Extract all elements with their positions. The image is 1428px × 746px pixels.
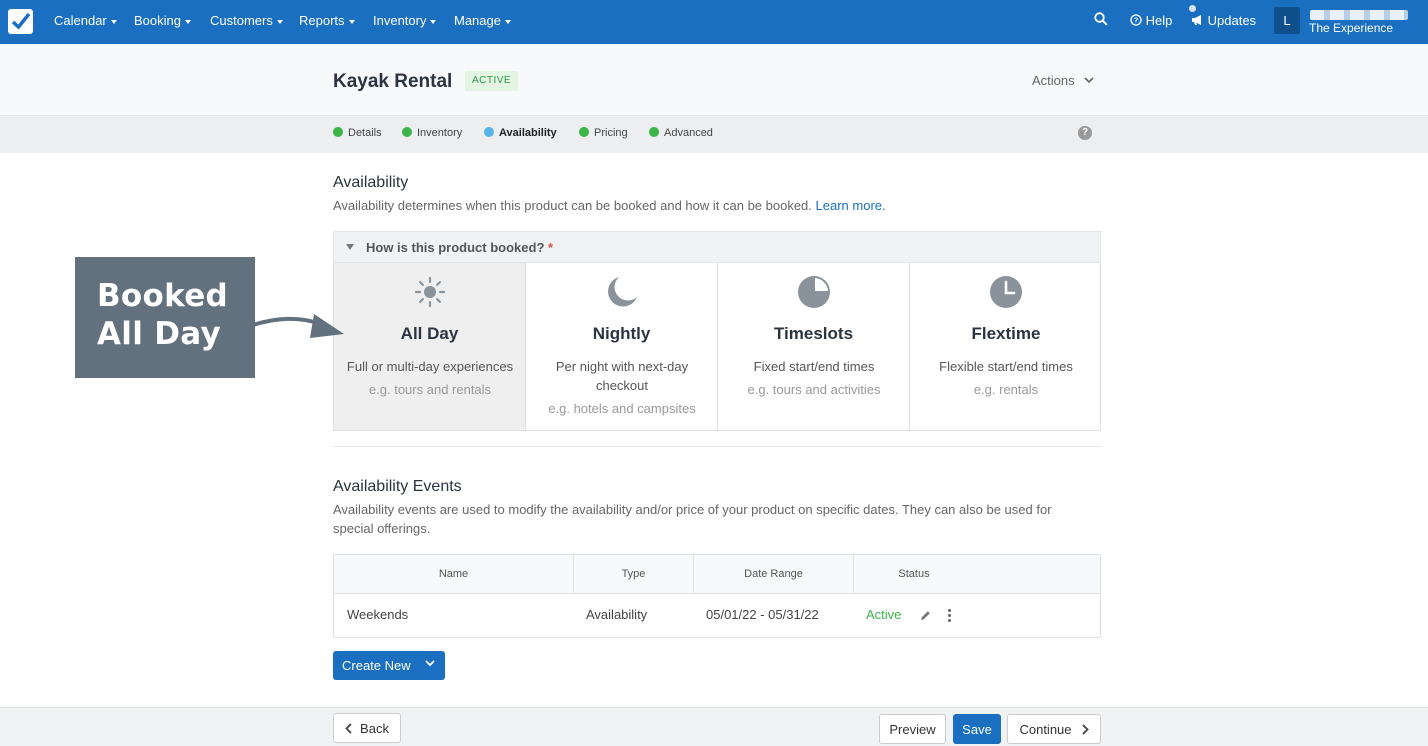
events-table: Name Type Date Range Status Weekends Ava… bbox=[333, 554, 1101, 638]
option-flextime[interactable]: Flextime Flexible start/end times e.g. r… bbox=[910, 263, 1102, 430]
caret-down-icon bbox=[504, 19, 511, 24]
company-name[interactable]: The Experience bbox=[1309, 21, 1393, 35]
option-title: Flextime bbox=[971, 324, 1041, 343]
question-label: How is this product booked? * bbox=[366, 240, 554, 255]
learn-more-link[interactable]: Learn more. bbox=[816, 198, 886, 213]
step-complete-dot bbox=[333, 127, 343, 137]
option-example: e.g. tours and rentals bbox=[368, 382, 492, 397]
chevron-down-icon bbox=[1084, 77, 1094, 84]
events-description: Availability events are used to modify t… bbox=[333, 502, 1052, 536]
option-title: Timeslots bbox=[773, 324, 854, 343]
option-example: e.g. tours and activities bbox=[747, 382, 881, 397]
option-nightly[interactable]: Nightly Per night with next-day checkout… bbox=[526, 263, 718, 430]
option-title: Nightly bbox=[592, 324, 651, 343]
nav-calendar[interactable]: Calendar bbox=[54, 13, 117, 28]
caret-down-icon bbox=[110, 19, 117, 24]
caret-down-icon bbox=[276, 19, 283, 24]
product-header bbox=[0, 44, 1428, 115]
callout-text: Booked All Day bbox=[97, 277, 228, 353]
back-button[interactable]: Back bbox=[333, 713, 401, 743]
column-header-date-range[interactable]: Date Range bbox=[694, 555, 854, 594]
option-example: e.g. rentals bbox=[973, 382, 1039, 397]
nav-manage[interactable]: Manage bbox=[454, 13, 511, 28]
nav-booking[interactable]: Booking bbox=[134, 13, 191, 28]
preview-button[interactable]: Preview bbox=[879, 714, 946, 744]
user-name-redacted bbox=[1310, 10, 1408, 20]
step-complete-dot bbox=[402, 127, 412, 137]
step-complete-dot bbox=[649, 127, 659, 137]
column-header-status[interactable]: Status bbox=[854, 555, 974, 594]
updates-link[interactable]: Updates bbox=[1191, 13, 1256, 28]
notification-dot bbox=[1189, 5, 1196, 12]
step-inventory[interactable]: Inventory bbox=[402, 127, 462, 139]
pencil-icon[interactable] bbox=[920, 610, 931, 621]
checkfront-logo-icon[interactable] bbox=[8, 9, 33, 34]
page-title: Kayak Rental bbox=[333, 71, 453, 92]
create-new-button[interactable]: Create New bbox=[333, 651, 445, 680]
caret-down-icon bbox=[346, 244, 354, 250]
chevron-down-icon bbox=[425, 660, 435, 667]
option-timeslots[interactable]: Timeslots Fixed start/end times e.g. tou… bbox=[718, 263, 910, 430]
megaphone-icon bbox=[1192, 15, 1201, 25]
option-description: Per night with next-day checkout bbox=[555, 359, 689, 393]
option-description: Fixed start/end times bbox=[753, 359, 875, 374]
option-all-day[interactable]: All Day Full or multi-day experiences e.… bbox=[334, 263, 526, 430]
callout-line-1: Booked bbox=[97, 278, 229, 314]
event-type: Availability bbox=[586, 607, 648, 622]
steps-bar bbox=[0, 115, 1428, 153]
section-divider bbox=[333, 446, 1101, 447]
save-button[interactable]: Save bbox=[953, 714, 1001, 744]
avatar[interactable]: L bbox=[1274, 7, 1300, 34]
step-details[interactable]: Details bbox=[333, 127, 382, 139]
option-description: Flexible start/end times bbox=[939, 359, 1073, 374]
step-advanced[interactable]: Advanced bbox=[649, 127, 713, 139]
step-pricing[interactable]: Pricing bbox=[579, 127, 628, 139]
help-link[interactable]: ? Help bbox=[1130, 13, 1172, 28]
booking-type-options: All Day Full or multi-day experiences e.… bbox=[333, 263, 1101, 431]
event-name: Weekends bbox=[347, 607, 409, 622]
step-availability[interactable]: Availability bbox=[484, 127, 557, 139]
chevron-left-icon bbox=[345, 722, 352, 734]
step-current-dot bbox=[484, 127, 494, 137]
event-status: Active bbox=[866, 607, 902, 622]
option-title: All Day bbox=[400, 324, 459, 343]
pie-clock-icon bbox=[798, 276, 830, 308]
caret-down-icon bbox=[184, 19, 191, 24]
sun-icon bbox=[414, 276, 446, 308]
question-circle-icon: ? bbox=[1130, 14, 1142, 26]
availability-description: Availability determines when this produc… bbox=[333, 198, 886, 213]
step-complete-dot bbox=[579, 127, 589, 137]
nav-customers[interactable]: Customers bbox=[210, 13, 283, 28]
required-mark: * bbox=[548, 240, 554, 255]
annotation-callout: Booked All Day bbox=[75, 257, 255, 378]
table-header: Name Type Date Range Status bbox=[334, 555, 1100, 594]
column-header-type[interactable]: Type bbox=[574, 555, 694, 594]
chevron-right-icon bbox=[1081, 723, 1089, 735]
footer-bar bbox=[0, 707, 1428, 746]
option-example: e.g. hotels and campsites bbox=[548, 401, 696, 416]
more-vertical-icon[interactable] bbox=[948, 609, 952, 623]
caret-down-icon bbox=[348, 19, 355, 24]
event-date-range: 05/01/22 - 05/31/22 bbox=[706, 607, 819, 622]
annotation-arrow-icon bbox=[251, 314, 344, 338]
option-description: Full or multi-day experiences bbox=[346, 359, 514, 374]
status-badge: ACTIVE bbox=[465, 71, 518, 91]
top-nav: Calendar Booking Customers Reports Inven… bbox=[0, 0, 1428, 44]
clock-icon bbox=[990, 276, 1022, 308]
events-heading: Availability Events bbox=[333, 478, 462, 495]
actions-dropdown[interactable]: Actions bbox=[1032, 73, 1094, 88]
availability-heading: Availability bbox=[333, 174, 409, 191]
nav-inventory[interactable]: Inventory bbox=[373, 13, 437, 28]
question-circle-icon[interactable]: ? bbox=[1078, 126, 1092, 140]
nav-reports[interactable]: Reports bbox=[299, 13, 355, 28]
caret-down-icon bbox=[430, 19, 437, 24]
svg-text:?: ? bbox=[1134, 16, 1139, 25]
callout-line-2: All Day bbox=[97, 316, 222, 352]
column-header-name[interactable]: Name bbox=[334, 555, 574, 594]
booking-type-question[interactable]: How is this product booked? * bbox=[333, 231, 1101, 263]
continue-button[interactable]: Continue bbox=[1007, 714, 1101, 744]
moon-icon bbox=[608, 277, 637, 307]
search-icon[interactable] bbox=[1094, 12, 1108, 26]
